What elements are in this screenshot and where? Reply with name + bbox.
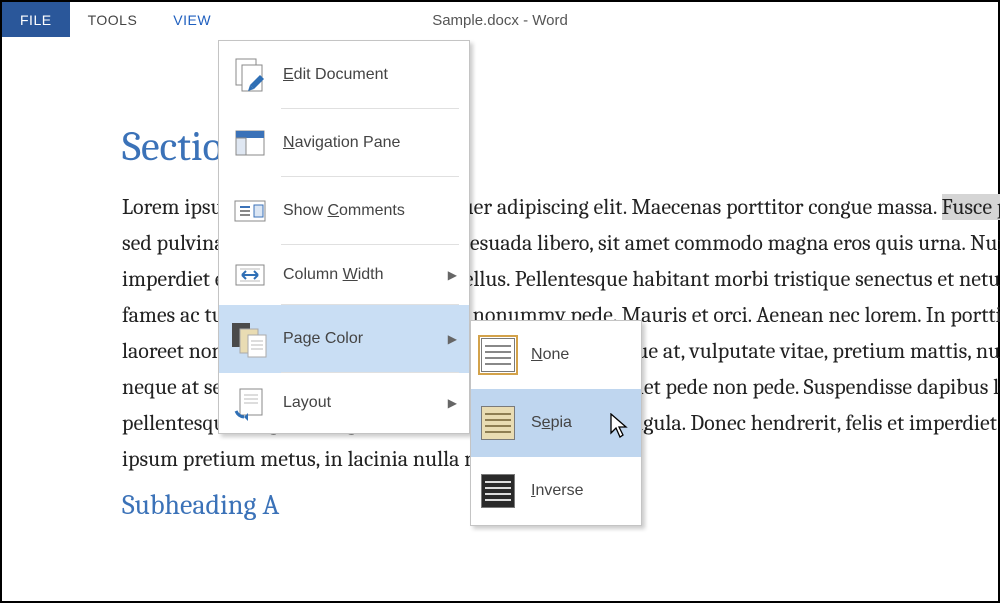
page-color-none-icon bbox=[481, 338, 515, 372]
edit-document-icon bbox=[227, 52, 273, 98]
menu-item-column-width[interactable]: Column Width ▶ bbox=[219, 245, 469, 305]
menu-item-show-comments[interactable]: Show Comments bbox=[219, 177, 469, 245]
submenu-item-none[interactable]: None bbox=[471, 321, 641, 389]
menu-label: Show Comments bbox=[283, 202, 457, 220]
page-color-icon bbox=[227, 316, 273, 362]
submenu-label: Inverse bbox=[531, 482, 583, 500]
menu-label: Layout bbox=[283, 394, 448, 412]
submenu-label: None bbox=[531, 346, 569, 364]
view-menu: Edit Document Navigation Pane Show Comme… bbox=[218, 40, 470, 434]
menu-label: Page Color bbox=[283, 330, 448, 348]
page-color-sepia-icon bbox=[481, 406, 515, 440]
page-color-submenu: None Sepia Inverse bbox=[470, 320, 642, 526]
submenu-label: Sepia bbox=[531, 414, 572, 432]
view-tab[interactable]: VIEW bbox=[155, 2, 229, 37]
menu-item-layout[interactable]: Layout ▶ bbox=[219, 373, 469, 433]
navigation-pane-icon bbox=[227, 120, 273, 166]
menu-bar: FILE TOOLS VIEW Sample.docx - Word bbox=[2, 2, 998, 38]
menu-item-navigation-pane[interactable]: Navigation Pane bbox=[219, 109, 469, 177]
submenu-arrow-icon: ▶ bbox=[448, 396, 457, 410]
show-comments-icon bbox=[227, 188, 273, 234]
tools-tab[interactable]: TOOLS bbox=[70, 2, 156, 37]
submenu-arrow-icon: ▶ bbox=[448, 332, 457, 346]
page-color-inverse-icon bbox=[481, 474, 515, 508]
menu-label: Edit Document bbox=[283, 66, 457, 84]
doc-highlight: Fusce p bbox=[942, 194, 1000, 220]
submenu-item-sepia[interactable]: Sepia bbox=[471, 389, 641, 457]
menu-item-edit-document[interactable]: Edit Document bbox=[219, 41, 469, 109]
column-width-icon bbox=[227, 252, 273, 298]
file-tab[interactable]: FILE bbox=[2, 2, 70, 37]
submenu-item-inverse[interactable]: Inverse bbox=[471, 457, 641, 525]
menu-label: Navigation Pane bbox=[283, 134, 457, 152]
layout-icon bbox=[227, 380, 273, 426]
submenu-arrow-icon: ▶ bbox=[448, 268, 457, 282]
menu-label: Column Width bbox=[283, 266, 448, 284]
menu-item-page-color[interactable]: Page Color ▶ bbox=[219, 305, 469, 373]
